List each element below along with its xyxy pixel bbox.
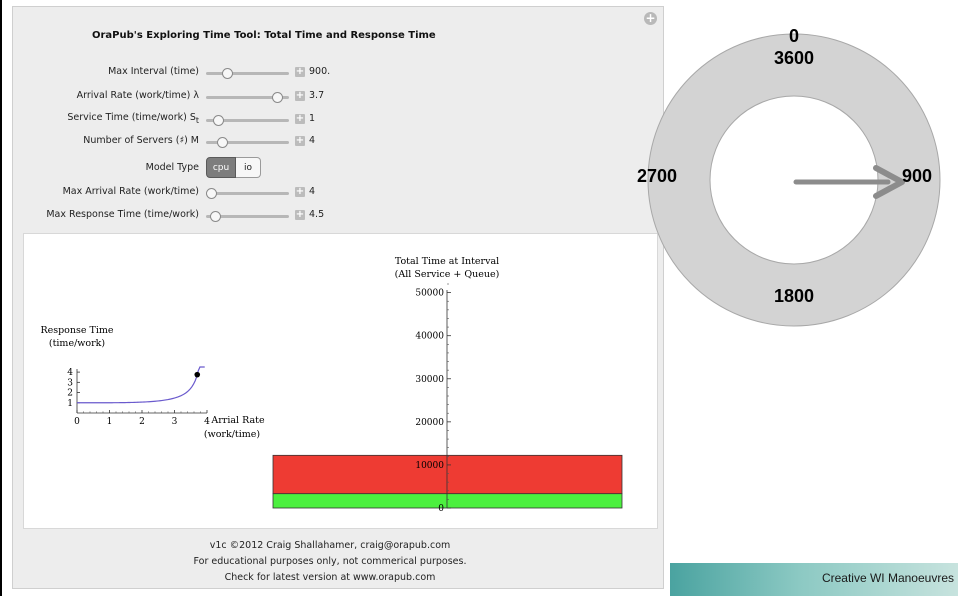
servers-expand-icon[interactable]: + (295, 136, 305, 146)
total-bar-service (272, 493, 623, 509)
total-time-chart: Total Time at Interval (All Service + Qu… (272, 256, 623, 514)
footer-version: v1c ©2012 Craig Shallahamer, craig@orapu… (209, 540, 451, 551)
x-tick-label: 1 (107, 417, 113, 427)
slider-thumb[interactable] (209, 211, 221, 222)
response-time-ylabel-2: (time/work) (49, 338, 105, 349)
max-response-time-expand-icon[interactable]: + (295, 210, 305, 220)
response-time-curve (77, 366, 205, 404)
max-interval-value: 900. (309, 66, 331, 77)
service-time-label: Service Time (time/work) St (67, 112, 199, 125)
response-time-ylabel-1: Response Time (40, 325, 113, 336)
total-bar-queue (272, 454, 623, 495)
dial-label-2700: 2700 (637, 166, 677, 186)
dial-label-3600: 3600 (774, 48, 814, 68)
service-time-value: 1 (309, 113, 316, 124)
dial-label-1800: 1800 (774, 286, 814, 306)
dial-label-900: 900 (902, 166, 932, 186)
model-type-cpu-button[interactable]: cpu (206, 157, 236, 178)
max-arrival-rate-slider[interactable] (206, 192, 289, 195)
servers-value: 4 (309, 135, 316, 146)
max-arrival-rate-value: 4 (309, 186, 316, 197)
slider-thumb[interactable] (206, 188, 217, 199)
total-time-title-2: (All Service + Queue) (395, 269, 500, 280)
total-y-tick-label: 0 (438, 504, 444, 514)
max-response-time-label: Max Response Time (time/work) (46, 209, 199, 220)
max-interval-slider[interactable] (206, 72, 289, 75)
dial-label-0: 0 (789, 26, 799, 46)
response-time-xlabel-2: (work/time) (204, 429, 260, 440)
left-border-line (0, 0, 2, 596)
arrival-rate-label: Arrival Rate (work/time) λ (76, 90, 199, 101)
response-time-xlabel-1: Arrial Rate (210, 415, 265, 426)
arrival-rate-expand-icon[interactable]: + (295, 91, 305, 101)
x-tick-label: 0 (74, 417, 80, 427)
page-title: OraPub's Exploring Time Tool: Total Time… (92, 30, 436, 41)
footer-website: Check for latest version at www.orapub.c… (224, 572, 436, 583)
interval-dial: 0 3600 900 1800 2700 (637, 26, 941, 327)
max-interval-label: Max Interval (time) (108, 66, 199, 77)
max-interval-expand-icon[interactable]: + (295, 67, 305, 77)
servers-label: Number of Servers (♯) M (83, 135, 199, 146)
service-time-label-text: Service Time (time/work) S (67, 112, 196, 123)
max-arrival-rate-expand-icon[interactable]: + (295, 187, 305, 197)
total-time-title-1: Total Time at Interval (395, 256, 499, 267)
slider-thumb[interactable] (216, 137, 228, 148)
banner-text: Creative WI Manoeuvres (821, 571, 954, 585)
service-time-label-sub: t (195, 115, 199, 125)
max-arrival-rate-label: Max Arrival Rate (work/time) (62, 186, 199, 197)
footer-disclaimer: For educational purposes only, not comme… (193, 556, 467, 567)
plus-circle-icon[interactable]: + (644, 12, 657, 25)
y-tick-label: 1 (67, 399, 73, 409)
total-y-tick-label: 30000 (415, 375, 444, 385)
creative-banner: Creative WI Manoeuvres (670, 563, 958, 596)
x-tick-label: 2 (139, 417, 145, 427)
total-y-tick-label: 50000 (415, 289, 444, 299)
max-response-time-value: 4.5 (309, 209, 325, 220)
x-tick-label: 3 (172, 417, 178, 427)
total-y-tick-label: 10000 (415, 461, 444, 471)
arrival-rate-value: 3.7 (309, 90, 325, 101)
y-tick-label: 3 (67, 378, 73, 388)
model-type-label: Model Type (145, 162, 199, 173)
slider-thumb[interactable] (221, 68, 233, 79)
y-tick-label: 4 (67, 368, 73, 378)
service-time-expand-icon[interactable]: + (295, 114, 305, 124)
current-operating-point (194, 371, 201, 378)
x-tick-label: 4 (204, 417, 210, 427)
response-time-chart: Response Time (time/work) Arrial Rate (w… (40, 325, 265, 440)
total-y-tick-label: 20000 (415, 418, 444, 428)
y-tick-label: 2 (67, 389, 73, 399)
total-y-tick-label: 40000 (415, 332, 444, 342)
model-type-io-button[interactable]: io (236, 157, 261, 178)
